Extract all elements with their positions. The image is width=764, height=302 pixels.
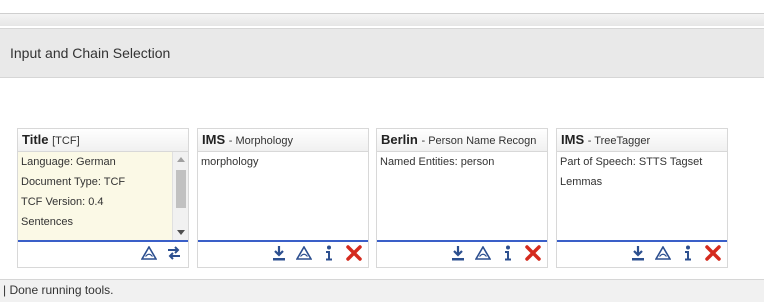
card-subtitle: - Morphology (228, 135, 293, 147)
card-name: Berlin (381, 132, 418, 147)
card-name: Title (22, 132, 49, 147)
card-line: Document Type: TCF (21, 176, 126, 188)
tool-card-ner: Berlin - Person Name Recogn Named Entiti… (376, 128, 548, 268)
info-icon[interactable] (321, 244, 337, 262)
section-title: Input and Chain Selection (10, 45, 171, 61)
card-tools (271, 242, 362, 264)
card-tools (450, 242, 541, 264)
remove-icon[interactable] (705, 244, 721, 262)
status-text: | Done running tools. (3, 283, 114, 297)
card-subtitle: [TCF] (52, 135, 80, 147)
tool-card-morphology: IMS - Morphology morphology (197, 128, 369, 268)
download-icon[interactable] (630, 244, 646, 262)
card-tools (630, 242, 721, 264)
card-name: IMS (202, 132, 226, 147)
scroll-down-arrow[interactable] (177, 230, 185, 235)
warning-icon[interactable] (296, 244, 312, 262)
card-subtitle: - Person Name Recogn (421, 135, 537, 147)
warning-icon[interactable] (141, 244, 157, 262)
scroll-thumb[interactable] (176, 170, 186, 208)
warning-icon[interactable] (655, 244, 671, 262)
card-line: Language: German (21, 156, 116, 168)
card-line: Part of Speech: STTS Tagset (560, 156, 703, 168)
card-header: IMS - TreeTagger (557, 129, 727, 152)
card-line: Named Entities: person (380, 156, 495, 168)
card-body: morphology (198, 152, 368, 240)
card-line: TCF Version: 0.4 (21, 196, 104, 208)
card-header: Berlin - Person Name Recogn (377, 129, 547, 152)
status-bar: | Done running tools. (0, 279, 764, 302)
card-tools (141, 242, 182, 264)
card-line: Lemmas (560, 176, 603, 188)
tool-card-treetagger: IMS - TreeTagger Part of Speech: STTS Ta… (556, 128, 728, 268)
remove-icon[interactable] (346, 244, 362, 262)
section-header: Input and Chain Selection (0, 28, 764, 78)
vertical-scrollbar[interactable] (172, 152, 188, 240)
info-icon[interactable] (680, 244, 696, 262)
card-body: Part of Speech: STTS Tagset Lemmas (557, 152, 727, 240)
card-line: morphology (201, 156, 259, 168)
card-name: IMS (561, 132, 585, 147)
card-body: Named Entities: person (377, 152, 547, 240)
swap-icon[interactable] (166, 244, 182, 262)
card-line: Sentences (21, 216, 73, 228)
card-body: Language: German Document Type: TCF TCF … (18, 152, 172, 240)
warning-icon[interactable] (475, 244, 491, 262)
card-header: IMS - Morphology (198, 129, 368, 152)
remove-icon[interactable] (525, 244, 541, 262)
download-icon[interactable] (271, 244, 287, 262)
download-icon[interactable] (450, 244, 466, 262)
input-card: Title [TCF] Language: German Document Ty… (17, 128, 189, 268)
info-icon[interactable] (500, 244, 516, 262)
top-toolbar-band (0, 13, 764, 26)
card-subtitle: - TreeTagger (587, 135, 651, 147)
scroll-up-arrow[interactable] (177, 157, 185, 162)
card-header: Title [TCF] (18, 129, 188, 152)
